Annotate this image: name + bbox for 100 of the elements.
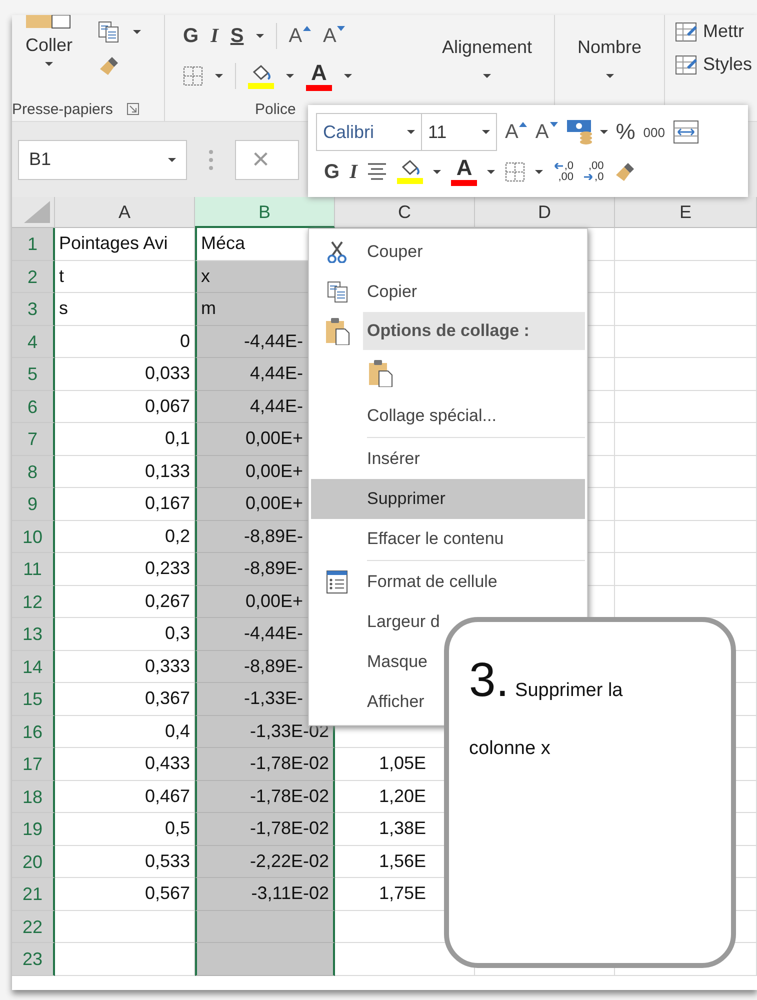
caret-icon[interactable] <box>433 170 442 174</box>
italic-button[interactable]: I <box>350 162 358 182</box>
color-bar <box>397 178 424 184</box>
font-color-button[interactable]: A <box>311 62 327 84</box>
table-brush-icon <box>675 54 697 74</box>
row-header[interactable]: 4 <box>12 326 55 358</box>
row-header[interactable]: 17 <box>12 748 55 780</box>
row-header[interactable]: 12 <box>12 586 55 618</box>
increase-decimal-button[interactable]: ,0 ,00 <box>553 160 574 182</box>
table-cell: -2,22E-02 <box>195 846 335 878</box>
row-header[interactable]: 23 <box>12 943 55 976</box>
paste-button[interactable]: Coller <box>12 15 86 97</box>
percent-button[interactable]: % <box>616 121 636 143</box>
styles-button[interactable]: Mettr <box>675 21 752 42</box>
column-header[interactable]: E <box>615 197 757 228</box>
caret-icon[interactable] <box>482 130 490 134</box>
styles-button[interactable]: Styles <box>675 54 752 75</box>
color-bar <box>306 84 332 90</box>
clipboard-icon <box>324 317 350 345</box>
up-triangle-icon <box>519 122 528 127</box>
row-header[interactable]: 8 <box>12 456 55 488</box>
name-box[interactable]: B1 <box>18 140 187 180</box>
caret-icon[interactable] <box>215 74 223 78</box>
row-header[interactable]: 1 <box>12 228 55 260</box>
caret-icon[interactable] <box>133 30 141 34</box>
wrap-icon[interactable] <box>672 120 699 144</box>
thousands-button[interactable]: 000 <box>643 126 665 138</box>
color-bar <box>451 180 478 186</box>
paintbrush-icon[interactable] <box>614 160 636 182</box>
row-header[interactable]: 10 <box>12 520 55 553</box>
row-header[interactable]: 22 <box>12 910 55 943</box>
column-header[interactable]: D <box>475 197 615 228</box>
align-center-icon[interactable] <box>367 162 388 181</box>
copy-icon <box>326 281 348 303</box>
up-triangle-icon <box>303 26 312 31</box>
row-header[interactable]: 2 <box>12 260 55 293</box>
left-arrow-icon <box>553 163 564 169</box>
row-header[interactable]: 15 <box>12 683 55 716</box>
borders-icon[interactable] <box>183 66 203 86</box>
font-dropdown[interactable]: Calibri <box>316 113 422 151</box>
increase-font-button[interactable]: A <box>505 122 528 142</box>
menu-section-header: Options de collage : <box>363 312 585 350</box>
row-header[interactable]: 18 <box>12 780 55 813</box>
menu-item[interactable]: Supprimer <box>311 479 585 519</box>
table-cell: -1,78E-02 <box>195 780 335 813</box>
borders-icon[interactable] <box>505 162 526 182</box>
caret-icon[interactable] <box>286 74 294 78</box>
caret-icon[interactable] <box>487 170 496 174</box>
caret-icon <box>606 74 614 78</box>
row-header[interactable]: 19 <box>12 813 55 846</box>
table-cell: -3,11E-02 <box>195 878 335 910</box>
row-header[interactable]: 7 <box>12 423 55 456</box>
row-header[interactable]: 11 <box>12 553 55 586</box>
row-header[interactable]: 9 <box>12 488 55 520</box>
paintbrush-icon[interactable] <box>98 55 120 77</box>
caret-icon[interactable] <box>256 34 264 38</box>
row-header[interactable]: 14 <box>12 650 55 683</box>
caret-icon[interactable] <box>45 62 53 66</box>
column-header[interactable]: B <box>195 197 335 228</box>
table-cell: -1,78E-02 <box>195 748 335 780</box>
table-icon <box>675 22 697 42</box>
money-icon[interactable] <box>566 119 592 145</box>
color-bar <box>248 82 274 88</box>
row-header[interactable]: 5 <box>12 358 55 390</box>
ribbon-dropdown[interactable]: Nombre <box>577 37 642 78</box>
font-size-dropdown[interactable]: 11 <box>421 113 497 151</box>
row-header[interactable]: 6 <box>12 390 55 423</box>
paint-bucket-icon[interactable] <box>250 64 272 82</box>
paint-bucket-icon[interactable] <box>399 159 422 177</box>
column-header[interactable]: A <box>55 197 195 228</box>
decrease-font-button[interactable]: A <box>535 122 558 142</box>
scissors-icon <box>327 241 347 263</box>
copy-icon[interactable] <box>98 21 119 43</box>
caret-icon[interactable] <box>600 130 608 134</box>
ribbon-dropdown[interactable]: Alignement <box>442 37 532 78</box>
decrease-decimal-button[interactable]: ,00 ,0 <box>584 160 604 182</box>
caret-icon[interactable] <box>535 170 544 174</box>
increase-font-button[interactable]: A <box>288 26 312 46</box>
row-header[interactable]: 3 <box>12 293 55 326</box>
font-color-button[interactable]: A <box>456 157 472 179</box>
caret-icon[interactable] <box>407 130 415 134</box>
right-arrow-icon <box>584 174 594 180</box>
dialog-launcher-icon[interactable] <box>126 103 139 115</box>
row-header[interactable]: 20 <box>12 846 55 878</box>
column-header[interactable]: C <box>335 197 475 228</box>
group-label: Presse-papiers <box>12 100 113 118</box>
bold-button[interactable]: G <box>183 26 199 46</box>
caret-icon <box>483 74 491 78</box>
row-header[interactable]: 16 <box>12 716 55 748</box>
decrease-font-button[interactable]: A <box>323 26 346 46</box>
down-triangle-icon <box>337 26 346 31</box>
underline-button[interactable]: S <box>230 26 244 46</box>
down-triangle-icon <box>550 122 558 127</box>
clipboard-icon[interactable] <box>367 359 393 387</box>
italic-button[interactable]: I <box>210 26 218 46</box>
row-header[interactable]: 13 <box>12 618 55 650</box>
row-header[interactable]: 21 <box>12 878 55 910</box>
caret-icon[interactable] <box>344 74 352 78</box>
bold-button[interactable]: G <box>324 162 340 182</box>
table-cell: -1,78E-02 <box>195 813 335 846</box>
